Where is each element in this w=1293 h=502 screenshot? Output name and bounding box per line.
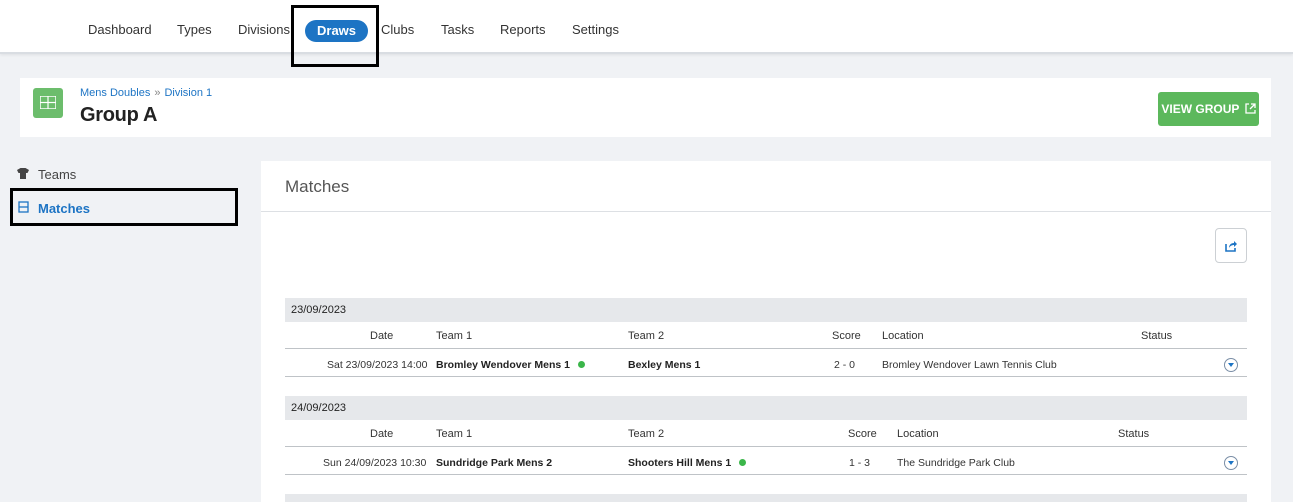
group-header: Mens Doubles » Division 1 Group A VIEW GRO… [20, 78, 1271, 137]
panel-title: Matches [285, 177, 350, 196]
sidebar-item-label: Teams [38, 167, 77, 182]
sidebar-item-matches[interactable]: Matches [16, 199, 90, 219]
sidebar-item-label: Matches [38, 201, 91, 216]
shirt-icon [16, 165, 30, 185]
team2-name: Shooters Hill Mens 1 [628, 457, 732, 469]
row-actions-dropdown[interactable] [1224, 456, 1238, 470]
column-header-location: Location [897, 428, 939, 440]
share-icon [1225, 241, 1237, 252]
column-header-status: Status [1118, 428, 1150, 440]
nav-dashboard[interactable]: Dashboard [88, 20, 152, 40]
caret-down-icon [1228, 363, 1234, 367]
view-group-button[interactable]: VIEW GROUP [1158, 92, 1259, 126]
match-date: Sat 23/09/2023 14:00 [327, 359, 428, 371]
column-header-team1: Team 1 [436, 330, 473, 342]
date-group-header: 23/09/2023 [285, 298, 1247, 322]
external-link-icon [1244, 103, 1256, 114]
breadcrumb-division-link[interactable]: Division 1 [164, 87, 212, 99]
column-header-team2: Team 2 [628, 428, 665, 440]
date-group-header [285, 494, 1247, 502]
match-location: The Sundridge Park Club [897, 457, 1015, 469]
match-date: Sun 24/09/2023 10:30 [323, 457, 427, 469]
winner-dot-icon [578, 360, 586, 368]
top-navigation: Dashboard Types Divisions Draws Clubs Ta… [0, 0, 1293, 54]
matches-panel: Matches 23/09/2023 Date Team 1 Team 2 Sc… [261, 161, 1271, 502]
nav-settings[interactable]: Settings [572, 20, 619, 40]
column-header-location: Location [882, 330, 924, 342]
divider [285, 376, 1247, 377]
divider [285, 446, 1247, 447]
date-group-header: 24/09/2023 [285, 396, 1247, 420]
nav-draws[interactable]: Draws [305, 20, 369, 42]
match-score: 2 - 0 [834, 359, 856, 371]
page-title: Group A [80, 104, 158, 126]
caret-down-icon [1228, 461, 1234, 465]
nav-reports[interactable]: Reports [500, 20, 546, 40]
view-group-label: VIEW GROUP [1161, 102, 1240, 116]
divider [285, 474, 1247, 475]
column-header-score: Score [832, 330, 861, 342]
nav-types[interactable]: Types [177, 20, 212, 40]
breadcrumb-separator: » [154, 87, 161, 99]
column-header-team1: Team 1 [436, 428, 473, 440]
divider [261, 211, 1271, 212]
column-header-score: Score [848, 428, 877, 440]
column-header-status: Status [1141, 330, 1173, 342]
export-button[interactable] [1215, 228, 1247, 263]
breadcrumb: Mens Doubles » Division 1 [80, 87, 212, 99]
column-header-date: Date [370, 428, 394, 440]
winner-dot-icon [739, 458, 747, 466]
nav-clubs[interactable]: Clubs [381, 20, 414, 40]
breadcrumb-type-link[interactable]: Mens Doubles [80, 87, 150, 99]
sidebar-item-teams[interactable]: Teams [16, 165, 76, 185]
nav-divisions[interactable]: Divisions [238, 20, 290, 40]
column-header-team2: Team 2 [628, 330, 665, 342]
match-team2[interactable]: Shooters Hill Mens 1 [628, 457, 747, 469]
column-header-date: Date [370, 330, 394, 342]
divider [285, 348, 1247, 349]
match-team1[interactable]: Sundridge Park Mens 2 [436, 457, 552, 469]
team1-name: Bromley Wendover Mens 1 [436, 359, 571, 371]
row-actions-dropdown[interactable] [1224, 358, 1238, 372]
match-team1[interactable]: Bromley Wendover Mens 1 [436, 359, 586, 371]
match-team2[interactable]: Bexley Mens 1 [628, 359, 700, 371]
match-score: 1 - 3 [849, 457, 871, 469]
matches-icon [16, 199, 30, 219]
match-location: Bromley Wendover Lawn Tennis Club [882, 359, 1057, 371]
nav-tasks[interactable]: Tasks [441, 20, 474, 40]
group-logo-icon [33, 88, 63, 118]
